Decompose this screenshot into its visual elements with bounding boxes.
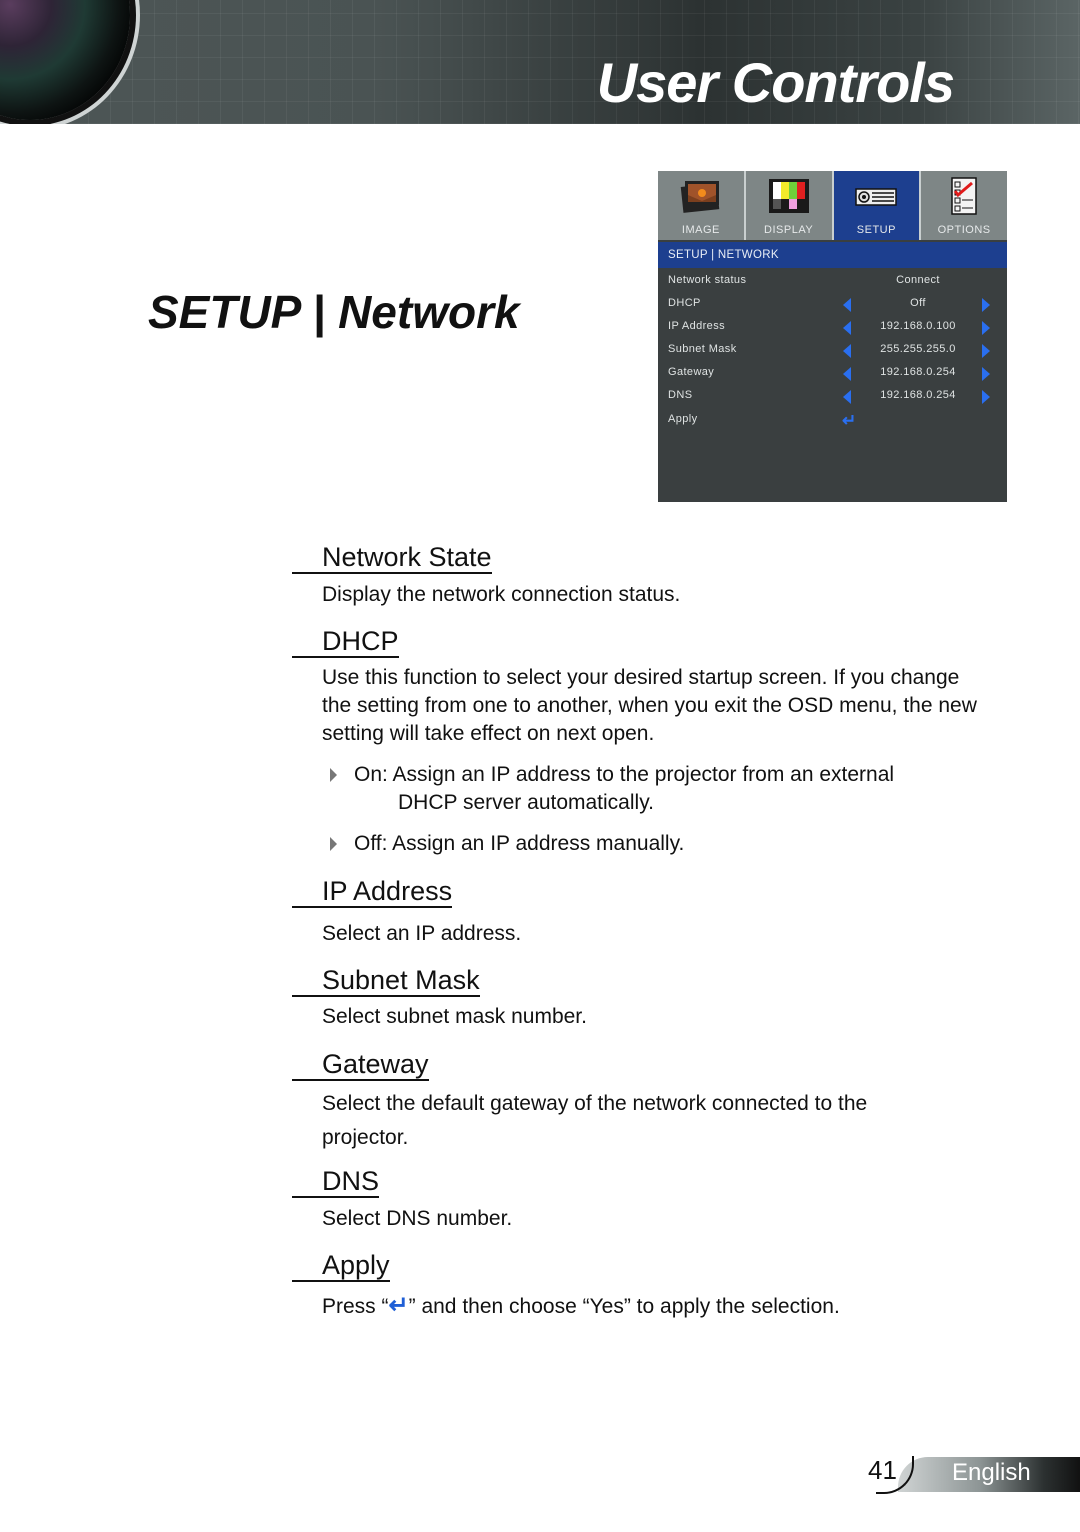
osd-row-value: 255.255.255.0 <box>880 343 956 355</box>
section-text-gateway: Select the default gateway of the networ… <box>322 1092 868 1149</box>
osd-row-dns[interactable]: DNS 192.168.0.254 <box>658 385 1007 408</box>
enter-icon: ↵ <box>388 1292 409 1319</box>
section-text-apply: Press “↵” and then choose “Yes” to apply… <box>322 1292 982 1321</box>
lens-graphic <box>0 0 130 120</box>
osd-row-label: DNS <box>668 389 693 401</box>
projector-icon <box>855 188 898 206</box>
page-title: SETUP | Network <box>148 286 520 338</box>
osd-row-subnet-mask[interactable]: Subnet Mask 255.255.255.0 <box>658 339 1007 362</box>
arrow-left-icon[interactable] <box>843 367 851 381</box>
bullet-text: Off: Assign an IP address manually. <box>354 832 685 855</box>
image-icon <box>680 181 720 213</box>
osd-row-label: Subnet Mask <box>668 343 737 355</box>
osd-tab-label: SETUP <box>856 224 896 236</box>
page-number: 41 <box>868 1455 897 1485</box>
bullet-text-continued: DHCP server automatically. <box>398 791 654 814</box>
osd-row-network-status: Network status Connect <box>658 270 1007 293</box>
section-heading-dhcp: DHCP <box>292 626 399 658</box>
arrow-right-icon[interactable] <box>982 344 990 358</box>
arrow-left-icon[interactable] <box>843 344 851 358</box>
section-text-dns: Select DNS number. <box>322 1207 513 1230</box>
arrow-right-icon[interactable] <box>982 298 990 312</box>
arrow-right-icon[interactable] <box>982 367 990 381</box>
section-heading-subnet-mask: Subnet Mask <box>292 965 480 997</box>
language-label: English <box>952 1459 1031 1486</box>
section-heading-dns: DNS <box>292 1166 380 1198</box>
arrow-left-icon[interactable] <box>843 390 851 404</box>
osd-tab-display[interactable]: DISPLAY <box>745 171 832 240</box>
arrow-right-icon[interactable] <box>982 321 990 335</box>
section-text-dhcp: Use this function to select your desired… <box>322 666 977 745</box>
apply-text-before: Press “ <box>322 1295 389 1318</box>
arrow-right-icon[interactable] <box>982 390 990 404</box>
arrow-left-icon[interactable] <box>843 298 851 312</box>
header-banner: User Controls <box>0 0 1080 124</box>
osd-row-label: IP Address <box>668 320 725 332</box>
osd-row-value: 192.168.0.100 <box>880 320 956 332</box>
header-title: User Controls <box>596 51 955 114</box>
section-heading-ip-address: IP Address <box>292 876 453 908</box>
osd-row-gateway[interactable]: Gateway 192.168.0.254 <box>658 362 1007 385</box>
osd-tab-image[interactable]: IMAGE <box>658 171 744 240</box>
osd-tab-label: IMAGE <box>681 224 720 236</box>
osd-menu: IMAGE DISPLAY SETUP OPTIONS SETUP | NETW… <box>658 171 1007 502</box>
bullet-text: On: Assign an IP address to the projecto… <box>354 763 895 786</box>
section-text-ip-address: Select an IP address. <box>322 922 522 945</box>
osd-tab-options[interactable]: OPTIONS <box>921 171 1007 240</box>
osd-tabs: IMAGE DISPLAY SETUP OPTIONS <box>658 171 1007 240</box>
display-icon <box>768 179 809 213</box>
osd-tab-setup[interactable]: SETUP <box>833 171 920 240</box>
osd-row-label: Gateway <box>668 366 715 378</box>
osd-row-ip-address[interactable]: IP Address 192.168.0.100 <box>658 316 1007 339</box>
bullet-triangle-icon <box>330 837 337 851</box>
section-heading-network-state: Network State <box>292 542 492 574</box>
section-text-network-state: Display the network connection status. <box>322 583 681 606</box>
section-heading-apply: Apply <box>292 1250 390 1282</box>
apply-text-after: ” and then choose “Yes” to apply the sel… <box>408 1295 840 1318</box>
checklist-icon <box>951 177 977 215</box>
osd-row-label: DHCP <box>668 297 701 309</box>
osd-tab-label: OPTIONS <box>937 224 991 236</box>
section-text-subnet-mask: Select subnet mask number. <box>322 1005 587 1028</box>
osd-row-label: Network status <box>668 274 747 286</box>
osd-tab-label: DISPLAY <box>764 224 814 236</box>
osd-row-label: Apply <box>668 413 698 425</box>
osd-row-value: Off <box>910 297 926 309</box>
osd-row-value: 192.168.0.254 <box>880 366 956 378</box>
bullet-triangle-icon <box>330 768 337 782</box>
osd-row-value: 192.168.0.254 <box>880 389 956 401</box>
arrow-left-icon[interactable] <box>843 321 851 335</box>
osd-row-apply[interactable]: Apply ↵ <box>658 409 1007 432</box>
enter-icon[interactable]: ↵ <box>842 411 857 431</box>
osd-row-value: Connect <box>896 274 940 286</box>
osd-breadcrumb: SETUP | NETWORK <box>658 242 1007 268</box>
osd-row-dhcp[interactable]: DHCP Off <box>658 293 1007 316</box>
section-heading-gateway: Gateway <box>292 1049 429 1081</box>
